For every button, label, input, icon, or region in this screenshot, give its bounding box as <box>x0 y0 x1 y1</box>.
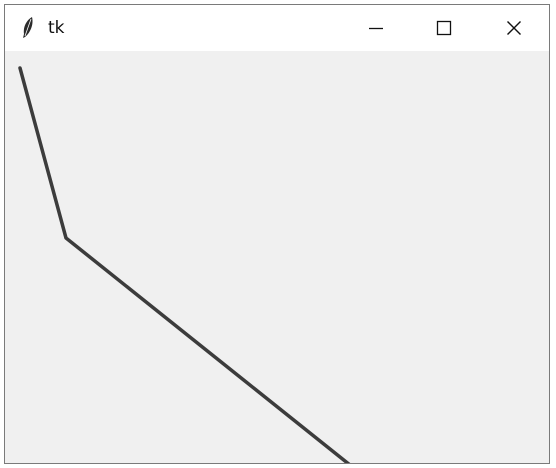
minimize-button[interactable] <box>345 5 407 51</box>
title-bar[interactable]: tk <box>5 5 549 51</box>
close-button[interactable] <box>483 5 545 51</box>
feather-icon <box>19 16 39 40</box>
close-icon <box>507 21 521 35</box>
drawn-polyline <box>18 66 351 463</box>
canvas-drawing <box>18 66 351 463</box>
tk-window: tk <box>4 4 550 464</box>
minimize-icon <box>369 27 383 30</box>
maximize-icon <box>436 20 452 36</box>
tk-canvas[interactable] <box>5 51 549 463</box>
maximize-button[interactable] <box>413 5 475 51</box>
window-title: tk <box>48 18 65 38</box>
